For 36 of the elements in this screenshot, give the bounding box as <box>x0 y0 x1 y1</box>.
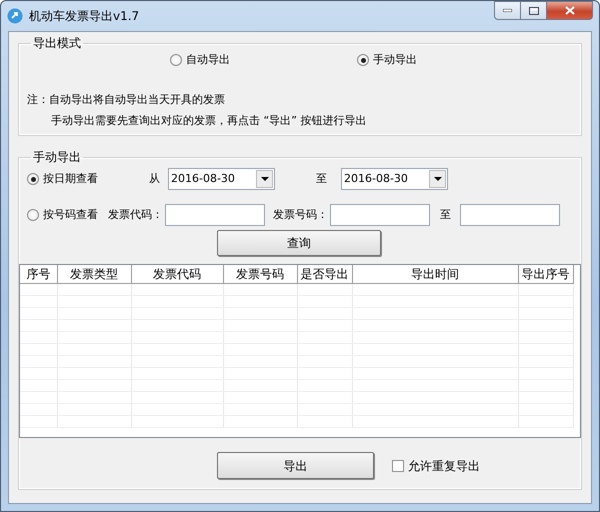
radio-button[interactable]: 自动导出 <box>170 52 230 68</box>
invoice-number-end-field[interactable] <box>460 204 560 226</box>
radio-button[interactable]: 按日期查看 <box>27 170 137 188</box>
maximize-button[interactable] <box>521 1 547 20</box>
to-label: 至 <box>440 206 451 223</box>
date-dropdown[interactable]: 2016-08-30 <box>168 168 275 190</box>
from-label: 从 <box>149 170 160 187</box>
note-text: 注：自动导出将自动导出当天开具的发票 <box>27 92 225 108</box>
radio-button[interactable]: 按号码查看 <box>27 206 98 224</box>
minimize-icon <box>503 9 512 12</box>
close-button[interactable] <box>547 1 593 20</box>
note-text: 手动导出需要先查询出对应的发票，再点击 “导出” 按钮进行导出 <box>51 112 366 128</box>
close-icon <box>564 6 574 15</box>
window-title: 机动车发票导出v1.7 <box>29 8 140 25</box>
query-button[interactable]: 查询 <box>217 230 381 256</box>
number-label: 发票号码： <box>273 206 328 223</box>
maximize-icon <box>528 6 538 14</box>
column-header[interactable]: 发票号码 <box>223 265 297 284</box>
invoice-number-field[interactable] <box>330 204 430 226</box>
column-header[interactable]: 是否导出 <box>297 265 352 284</box>
group-title: 手动导出 <box>32 151 82 164</box>
invoice-code-field[interactable] <box>165 204 265 226</box>
column-header[interactable]: 导出序号 <box>518 265 573 284</box>
radio-button[interactable]: 手动导出 <box>357 52 417 68</box>
minimize-button[interactable] <box>494 1 521 20</box>
app-icon <box>7 8 23 24</box>
column-header[interactable]: 序号 <box>20 265 57 284</box>
group-title: 导出模式 <box>32 37 82 50</box>
date-dropdown[interactable]: 2016-08-30 <box>341 168 448 190</box>
code-label: 发票代码： <box>108 206 163 223</box>
column-header[interactable]: 发票代码 <box>131 265 223 284</box>
column-header[interactable]: 发票类型 <box>57 265 131 284</box>
export-button[interactable]: 导出 <box>217 452 374 479</box>
allow-duplicate-checkbox[interactable]: 允许重复导出 <box>392 456 480 474</box>
column-header[interactable]: 导出时间 <box>352 265 518 284</box>
to-label: 至 <box>316 170 327 187</box>
